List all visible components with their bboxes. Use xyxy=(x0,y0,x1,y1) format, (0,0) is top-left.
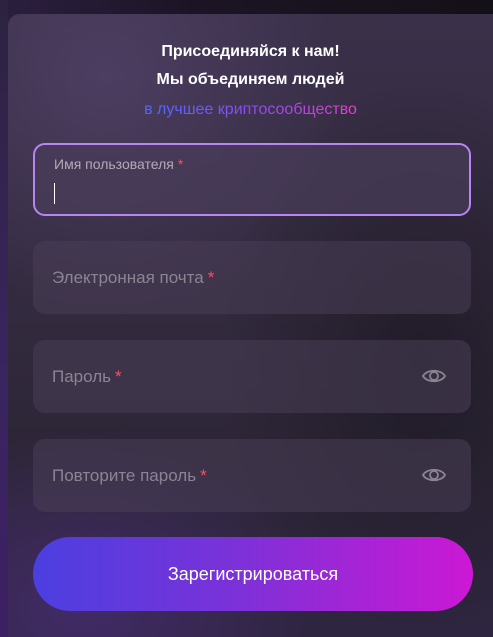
username-label-text: Имя пользователя xyxy=(54,156,174,172)
register-button[interactable]: Зарегистрироваться xyxy=(33,537,473,611)
tagline: в лучшее криптосообщество xyxy=(8,96,493,124)
required-mark: * xyxy=(200,466,207,485)
email-field[interactable]: Электронная почта * xyxy=(33,241,471,314)
email-placeholder: Электронная почта * xyxy=(52,241,214,314)
left-backdrop xyxy=(0,0,8,637)
required-mark: * xyxy=(115,367,122,386)
password-placeholder: Пароль * xyxy=(52,340,122,413)
password-repeat-field[interactable]: Повторите пароль * xyxy=(33,439,471,512)
heading-line-2: Мы объединяем людей xyxy=(156,71,345,88)
text-caret xyxy=(54,183,55,204)
eye-icon[interactable] xyxy=(421,365,447,387)
email-placeholder-text: Электронная почта xyxy=(52,268,204,287)
username-label: Имя пользователя * xyxy=(54,156,183,172)
tagline-text: в лучшее криптосообщество xyxy=(144,101,357,118)
password-repeat-placeholder-text: Повторите пароль xyxy=(52,466,197,485)
top-backdrop xyxy=(0,0,493,14)
eye-icon[interactable] xyxy=(421,464,447,486)
password-field[interactable]: Пароль * xyxy=(33,340,471,413)
username-field[interactable]: Имя пользователя * xyxy=(33,143,471,216)
password-placeholder-text: Пароль xyxy=(52,367,111,386)
required-mark: * xyxy=(207,268,215,287)
heading-line-1: Присоединяйся к нам! xyxy=(161,43,340,60)
required-mark: * xyxy=(177,156,184,172)
page-background: Присоединяйся к нам! Мы объединяем людей… xyxy=(0,0,493,637)
password-repeat-placeholder: Повторите пароль * xyxy=(52,439,207,512)
